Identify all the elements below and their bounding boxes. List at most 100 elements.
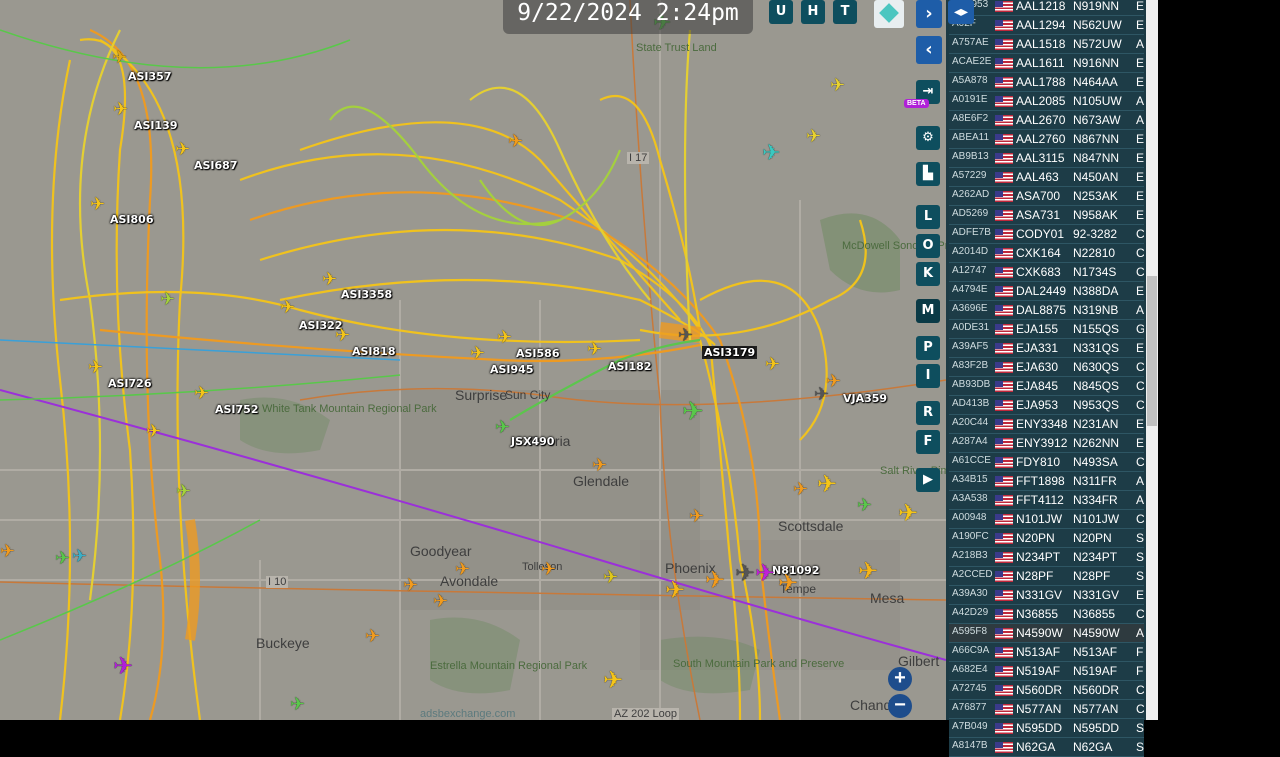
aircraft-icon[interactable]: ✈ (541, 560, 556, 578)
toggle-u-button[interactable]: U (769, 0, 793, 24)
callsign-label[interactable]: ASI945 (490, 363, 534, 376)
table-row[interactable]: A0D953AAL1218N919NNE (949, 0, 1144, 16)
table-row[interactable]: A39A30 N331GV N331GV E (949, 586, 1144, 605)
aircraft-icon[interactable]: ✈ (678, 326, 693, 344)
table-row[interactable]: A61CCE FDY810 N493SA C (949, 453, 1144, 472)
table-row[interactable]: A7B049 N595DD N595DD S (949, 719, 1144, 738)
aircraft-icon[interactable]: ✈ (290, 695, 305, 713)
table-row[interactable]: A5A878 AAL1788 N464AA E (949, 73, 1144, 92)
table-row[interactable]: AB93DB EJA845 N845QS C (949, 377, 1144, 396)
callsign-label[interactable]: VJA359 (843, 392, 887, 405)
toggle-l-button[interactable]: L (916, 205, 940, 229)
table-row[interactable]: A2014D CXK164 N22810 C (949, 244, 1144, 263)
table-row[interactable]: A287A4 ENY3912 N262NN E (949, 434, 1144, 453)
callsign-label[interactable]: ASI586 (516, 347, 560, 360)
zoom-out-button[interactable]: − (888, 694, 912, 718)
aircraft-icon[interactable]: ✈ (280, 298, 295, 316)
table-row[interactable]: ADFE7B CODY01 92-3282 C (949, 225, 1144, 244)
aircraft-icon[interactable]: ✈ (603, 669, 623, 693)
aircraft-icon[interactable]: ✈ (735, 562, 755, 586)
table-row[interactable]: A57229 AAL463 N450AN E (949, 168, 1144, 187)
aircraft-icon[interactable]: ✈ (72, 547, 87, 565)
table-row[interactable]: A190FC N20PN N20PN S (949, 529, 1144, 548)
aircraft-icon[interactable]: ✈ (826, 372, 841, 390)
aircraft-icon[interactable]: ✈ (665, 579, 685, 603)
table-row[interactable]: A72745 N560DR N560DR C (949, 681, 1144, 700)
table-row[interactable]: AD413B EJA953 N953QS C (949, 396, 1144, 415)
table-row[interactable]: A42D29 N36855 N36855 C (949, 605, 1144, 624)
table-row[interactable]: AD5269 ASA731 N958AK E (949, 206, 1144, 225)
aircraft-icon[interactable]: ✈ (433, 592, 448, 610)
aircraft-icon[interactable]: ✈ (587, 340, 602, 358)
table-row[interactable]: A0191E AAL2085 N105UW A (949, 92, 1144, 111)
aircraft-icon[interactable]: ✈ (689, 507, 704, 525)
toggle-o-button[interactable]: O (916, 234, 940, 258)
aircraft-icon[interactable]: ✈ (508, 132, 523, 150)
table-row[interactable]: A34B15 FFT1898 N311FR A (949, 472, 1144, 491)
table-row[interactable]: A66C9A N513AF N513AF F (949, 643, 1144, 662)
callsign-label[interactable]: ASI818 (352, 345, 396, 358)
aircraft-icon[interactable]: ✈ (497, 328, 512, 346)
aircraft-icon[interactable]: ✈ (365, 627, 380, 645)
callsign-label[interactable]: ASI182 (608, 360, 652, 373)
aircraft-icon[interactable]: ✈ (113, 655, 133, 679)
table-row[interactable]: ABEA11 AAL2760 N867NN E (949, 130, 1144, 149)
scrollbar-thumb[interactable] (1147, 276, 1157, 426)
aircraft-icon[interactable]: ✈ (762, 142, 780, 164)
table-row[interactable]: A682E4 N519AF N519AF F (949, 662, 1144, 681)
aircraft-icon[interactable]: ✈ (160, 290, 175, 308)
toggle-f-button[interactable]: F (916, 430, 940, 454)
table-row[interactable]: A3A538 FFT4112 N334FR A (949, 491, 1144, 510)
aircraft-icon[interactable]: ✈ (194, 384, 209, 402)
flight-map[interactable]: Glendale Phoenix Goodyear Avondale Bucke… (0, 0, 946, 720)
table-row[interactable]: A0DE31 EJA155 N155QS G (949, 320, 1144, 339)
table-row[interactable]: A4794E DAL2449 N388DA E (949, 282, 1144, 301)
toggle-k-button[interactable]: K (916, 262, 940, 286)
aircraft-icon[interactable]: ✈ (793, 480, 808, 498)
aircraft-icon[interactable]: ✈ (898, 502, 918, 526)
callsign-label[interactable]: ASI139 (134, 119, 178, 132)
aircraft-icon[interactable]: ✈ (322, 270, 337, 288)
settings-button[interactable]: ⚙ (916, 126, 940, 150)
table-row[interactable]: A218B3 N234PT N234PT S (949, 548, 1144, 567)
callsign-label[interactable]: JSX490 (511, 435, 554, 448)
toggle-h-button[interactable]: H (801, 0, 825, 24)
callsign-label[interactable]: ASI357 (128, 70, 172, 83)
aircraft-icon[interactable]: ✈ (765, 355, 780, 373)
toggle-r-button[interactable]: R (916, 401, 940, 425)
aircraft-icon[interactable]: ✈ (755, 562, 775, 586)
aircraft-icon[interactable]: ✈ (455, 560, 470, 578)
aircraft-icon[interactable]: ✈ (0, 542, 15, 560)
aircraft-icon[interactable]: ✈ (603, 568, 618, 586)
table-row[interactable]: A3696E DAL8875 N319NB A (949, 301, 1144, 320)
layers-button[interactable] (874, 0, 904, 28)
zoom-in-button[interactable]: + (888, 667, 912, 691)
table-row[interactable]: ACAE2E AAL1611 N916NN E (949, 54, 1144, 73)
table-row[interactable]: A12747 CXK683 N1734S C (949, 263, 1144, 282)
table-row[interactable]: A757AE AAL1518 N572UW A (949, 35, 1144, 54)
aircraft-icon[interactable]: ✈ (113, 100, 128, 118)
toggle-p-button[interactable]: P (916, 336, 940, 360)
table-row[interactable]: A2CCED N28PF N28PF S (949, 567, 1144, 586)
table-row[interactable]: A8147B N62GA N62GA S (949, 738, 1144, 757)
toggle-sidebar-button[interactable]: ◂▸ (948, 0, 974, 24)
expand-panel-button[interactable]: › (916, 0, 942, 28)
toggle-m-button[interactable]: M (916, 299, 940, 323)
table-row[interactable]: A00948 N101JW N101JW C (949, 510, 1144, 529)
aircraft-icon[interactable]: ✈ (335, 326, 350, 344)
table-row[interactable]: A8E6F2 AAL2670 N673AW A (949, 111, 1144, 130)
aircraft-icon[interactable]: ✈ (778, 572, 798, 596)
table-row[interactable]: A83F2B EJA630 N630QS C (949, 358, 1144, 377)
aircraft-icon[interactable]: ✈ (55, 549, 70, 567)
aircraft-icon[interactable]: ✈ (857, 496, 872, 514)
aircraft-icon[interactable]: ✈ (830, 76, 845, 94)
callsign-label[interactable]: ASI806 (110, 213, 154, 226)
replay-button[interactable]: ▶ (916, 468, 940, 492)
aircraft-icon[interactable]: ✈ (682, 398, 704, 424)
table-row[interactable]: A76877 N577AN N577AN C (949, 700, 1144, 719)
aircraft-icon[interactable]: ✈ (592, 456, 607, 474)
aircraft-icon[interactable]: ✈ (470, 344, 485, 362)
aircraft-icon[interactable]: ✈ (90, 195, 105, 213)
toggle-i-button[interactable]: I (916, 364, 940, 388)
table-row[interactable]: A39AF5 EJA331 N331QS E (949, 339, 1144, 358)
